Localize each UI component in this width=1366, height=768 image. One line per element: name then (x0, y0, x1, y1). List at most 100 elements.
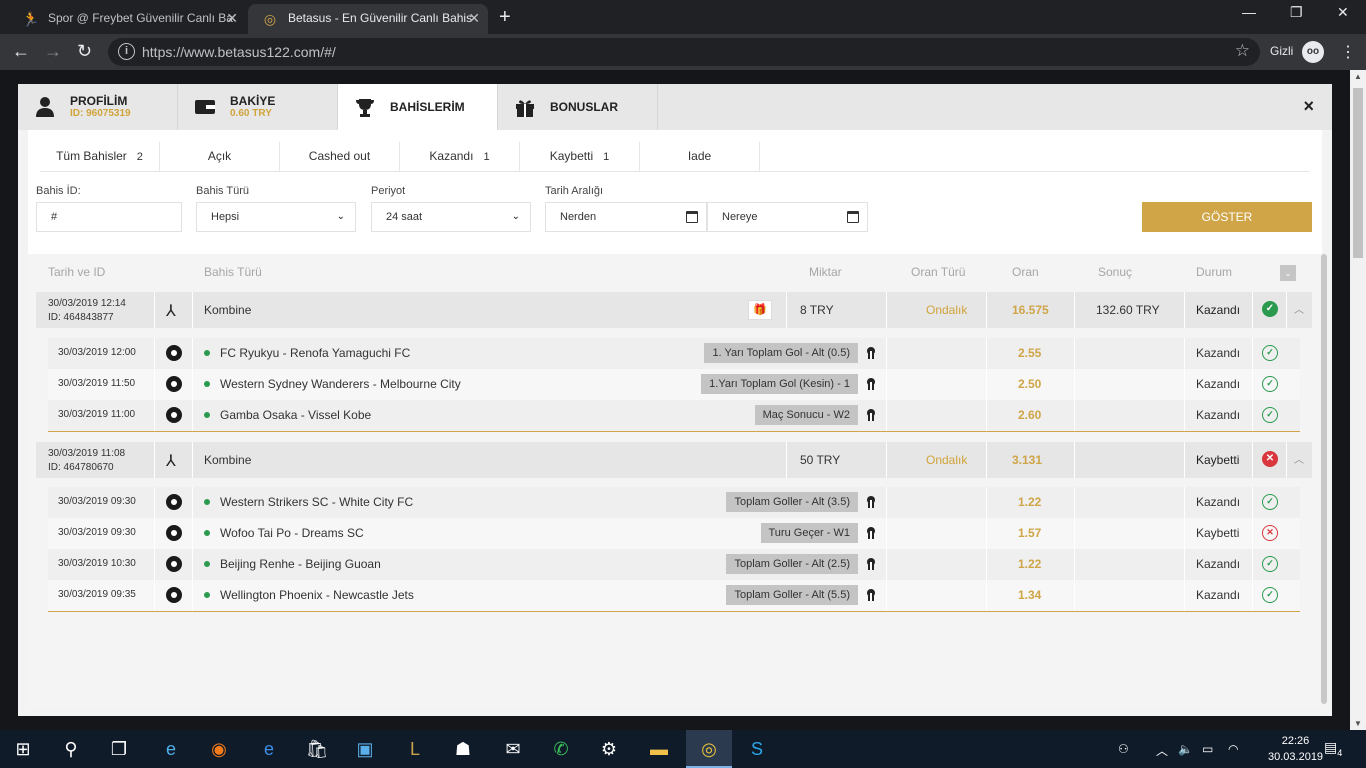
period-select[interactable]: 24 saat ⌄ (371, 202, 531, 232)
divider (1252, 518, 1253, 549)
bet-status: Kaybetti (1196, 453, 1240, 467)
close-window-button[interactable]: ✕ (1337, 4, 1349, 21)
bet-odds: 3.131 (1012, 453, 1043, 467)
person-icon (867, 589, 875, 601)
divider (1252, 442, 1253, 478)
table-scrollbar[interactable] (1321, 254, 1327, 704)
gift-icon (516, 100, 534, 117)
internet-explorer-icon[interactable]: e (148, 730, 194, 768)
filter-tab-all[interactable]: Tüm Bahisler 2 (40, 142, 160, 172)
divider (886, 369, 887, 400)
start-windows-icon[interactable]: ⊞ (0, 730, 46, 768)
restore-button[interactable]: ❐ (1290, 4, 1303, 21)
bet-date: 30/03/2019 11:08 (48, 448, 126, 459)
header-bet-type: Bahis Türü (204, 265, 262, 279)
bookmark-star-icon[interactable]: ☆ (1235, 41, 1250, 61)
back-arrow-icon[interactable]: ← (12, 40, 30, 62)
leg-status: Kaybetti (1196, 526, 1240, 540)
scroll-up-icon[interactable]: ▲ (1354, 72, 1362, 81)
mail-icon[interactable]: ✉ (490, 730, 536, 768)
search-icon[interactable]: ⚲ (48, 730, 94, 768)
divider (986, 369, 987, 400)
filter-tab-won[interactable]: Kazandı 1 (400, 142, 520, 172)
close-modal-icon[interactable]: × (1303, 96, 1314, 117)
divider (1074, 580, 1075, 611)
volume-icon[interactable]: 🔈 (1178, 742, 1193, 756)
bet-separator (48, 431, 1300, 432)
divider (1184, 487, 1185, 518)
bet-type-select[interactable]: Hepsi ⌄ (196, 202, 356, 232)
control-panel-icon[interactable]: ▣ (342, 730, 388, 768)
edge-icon[interactable]: e (246, 730, 292, 768)
tab-balance[interactable]: BAKİYE 0.60 TRY (178, 84, 338, 130)
date-to-value: Nereye (722, 211, 758, 223)
date-from-input[interactable]: Nerden (545, 202, 707, 232)
wifi-icon[interactable]: ◠ (1228, 742, 1238, 756)
chevron-up-icon[interactable]: ︿ (1294, 451, 1304, 466)
filter-tab-lost[interactable]: Kaybetti 1 (520, 142, 640, 172)
tab-my-bets[interactable]: BAHİSLERİM (338, 84, 498, 130)
divider (986, 487, 987, 518)
bet-row[interactable]: 30/03/2019 12:14 ID: 464843877 ⅄ Kombine … (36, 292, 1312, 328)
whatsapp-icon[interactable]: ✆ (538, 730, 584, 768)
url-text[interactable]: https://www.betasus122.com/#/ (142, 44, 336, 60)
filter-tab-cashed-out[interactable]: Cashed out (280, 142, 400, 172)
filter-tab-open[interactable]: Açık (160, 142, 280, 172)
tab-profile[interactable]: PROFİLİM ID: 96075319 (18, 84, 178, 130)
people-icon[interactable]: ⚇ (1118, 742, 1129, 756)
tab-bonuses[interactable]: BONUSLAR (498, 84, 658, 130)
minimize-button[interactable]: — (1242, 4, 1256, 20)
skype-icon[interactable]: S (734, 730, 780, 768)
divider (1252, 292, 1253, 328)
divider (1184, 369, 1185, 400)
calendar-icon[interactable] (686, 211, 698, 223)
steam-icon[interactable]: ⚙ (586, 730, 632, 768)
divider (986, 292, 987, 328)
address-bar[interactable]: i https://www.betasus122.com/#/ ☆ (108, 38, 1260, 66)
chrome-icon[interactable]: ◎ (686, 730, 732, 768)
bet-amount: 50 TRY (800, 453, 841, 467)
date-to-input[interactable]: Nereye (707, 202, 868, 232)
forward-arrow-icon[interactable]: → (44, 40, 62, 62)
league-of-legends-icon[interactable]: L (392, 730, 438, 768)
browser-tab-betasus[interactable]: ◎ Betasus - En Güvenilir Canlı Bahis ✕ (248, 4, 488, 34)
tab-title: BAHİSLERİM (390, 100, 465, 114)
system-clock[interactable]: 22:26 30.03.2019 (1268, 733, 1323, 765)
leg-odds: 1.34 (1018, 588, 1042, 602)
task-view-icon[interactable]: ❐ (96, 730, 142, 768)
divider (886, 400, 887, 431)
firefox-icon[interactable]: ◉ (196, 730, 242, 768)
bet-id-input[interactable]: # (36, 202, 182, 232)
scroll-down-icon[interactable]: ▼ (1354, 719, 1362, 728)
divider (1184, 292, 1185, 328)
divider (1074, 518, 1075, 549)
show-hidden-icons[interactable]: ︿ (1156, 742, 1168, 759)
close-tab-icon[interactable]: ✕ (468, 4, 480, 32)
divider (1184, 549, 1185, 580)
leg-odds: 2.55 (1018, 346, 1042, 360)
show-button[interactable]: GÖSTER (1142, 202, 1312, 232)
bet-odds-type: Ondalık (926, 303, 968, 317)
more-menu-icon[interactable]: ⋮ (1340, 42, 1356, 62)
game-app-icon[interactable]: ☗ (440, 730, 486, 768)
scroll-thumb[interactable] (1353, 88, 1363, 258)
close-tab-icon[interactable]: ✕ (226, 4, 238, 32)
reload-icon[interactable]: ↻ (77, 40, 92, 62)
chevron-up-icon[interactable]: ︿ (1294, 301, 1304, 316)
divider (192, 549, 193, 580)
page-scrollbar[interactable]: ▲ ▼ (1350, 70, 1366, 730)
calendar-icon[interactable] (847, 211, 859, 223)
collapse-all-icon[interactable]: ⌄ (1280, 265, 1296, 281)
bet-row[interactable]: 30/03/2019 11:08 ID: 464780670 ⅄ Kombine … (36, 442, 1312, 478)
info-icon[interactable]: i (118, 43, 135, 60)
divider (786, 292, 787, 328)
action-center-icon[interactable]: ▤4 (1324, 739, 1342, 758)
battery-icon[interactable]: ▭ (1202, 742, 1213, 756)
browser-toolbar: ← → ↻ i https://www.betasus122.com/#/ ☆ … (0, 34, 1366, 70)
new-tab-button[interactable]: + (499, 5, 511, 29)
gift-icon[interactable]: 🎁 (748, 300, 772, 320)
store-icon[interactable]: 🛍 (294, 730, 340, 768)
browser-tab-freybet[interactable]: 🏃 Spor @ Freybet Güvenilir Canlı Ba ✕ (8, 4, 246, 34)
file-explorer-icon[interactable]: ▬ (636, 730, 682, 768)
filter-tab-refund[interactable]: Iade (640, 142, 760, 172)
